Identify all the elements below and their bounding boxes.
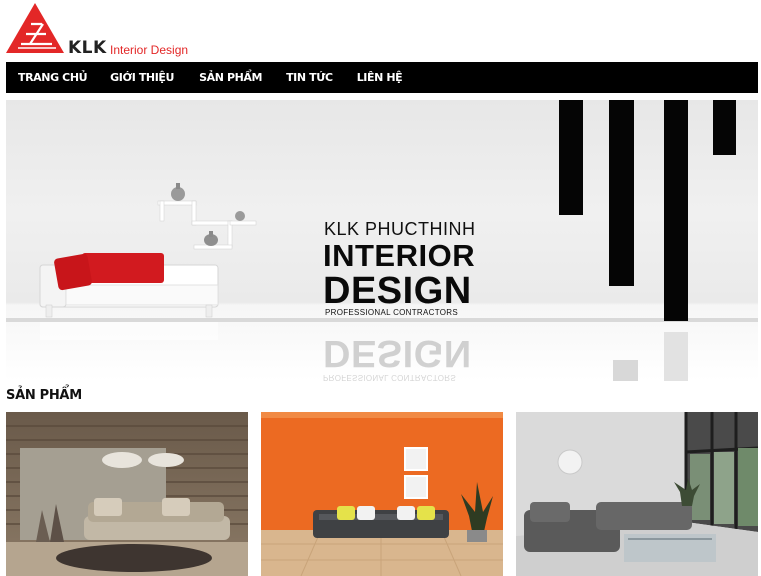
nav-item-products[interactable]: SẢN PHẨM: [199, 62, 262, 93]
banner-reflection-tagline: PROFESSIONAL CONTRACTORS: [323, 373, 456, 381]
product-card[interactable]: [6, 412, 248, 576]
brand-name: KLK: [68, 38, 107, 58]
banner-title-interior: INTERIOR: [323, 238, 476, 273]
site-logo[interactable]: KLK Interior Design: [6, 2, 196, 58]
product-image: [6, 412, 248, 576]
product-image: [261, 412, 503, 576]
nav-item-news[interactable]: TIN TỨC: [286, 62, 333, 93]
wall-shelf-icon: [157, 183, 257, 250]
products-heading: SẢN PHẨM: [6, 388, 82, 403]
nav-item-home[interactable]: TRANG CHỦ: [18, 62, 88, 93]
banner-reflection: PROFESSIONAL CONTRACTORS DESIGN: [323, 332, 472, 381]
main-nav: TRANG CHỦ GIỚI THIỆU SẢN PHẨM TIN TỨC LI…: [6, 62, 758, 93]
sofa-icon: [39, 253, 219, 340]
banner-title-design: DESIGN: [323, 270, 472, 312]
nav-item-about[interactable]: GIỚI THIỆU: [110, 62, 174, 93]
product-card[interactable]: [261, 412, 503, 576]
product-card[interactable]: [516, 412, 758, 576]
product-image: [516, 412, 758, 576]
banner-tagline: PROFESSIONAL CONTRACTORS: [325, 308, 458, 317]
hero-banner: KLK PHUCTHINH INTERIOR DESIGN PROFESSION…: [6, 100, 758, 381]
site-header: KLK Interior Design: [0, 0, 761, 60]
decor-bars: [559, 100, 736, 381]
banner-reflection-design: DESIGN: [323, 332, 472, 374]
logo-triangle-icon: [6, 3, 64, 53]
banner-company: KLK PHUCTHINH: [324, 219, 476, 239]
brand-subtitle: Interior Design: [110, 43, 189, 57]
nav-item-contact[interactable]: LIÊN HỆ: [357, 62, 403, 93]
